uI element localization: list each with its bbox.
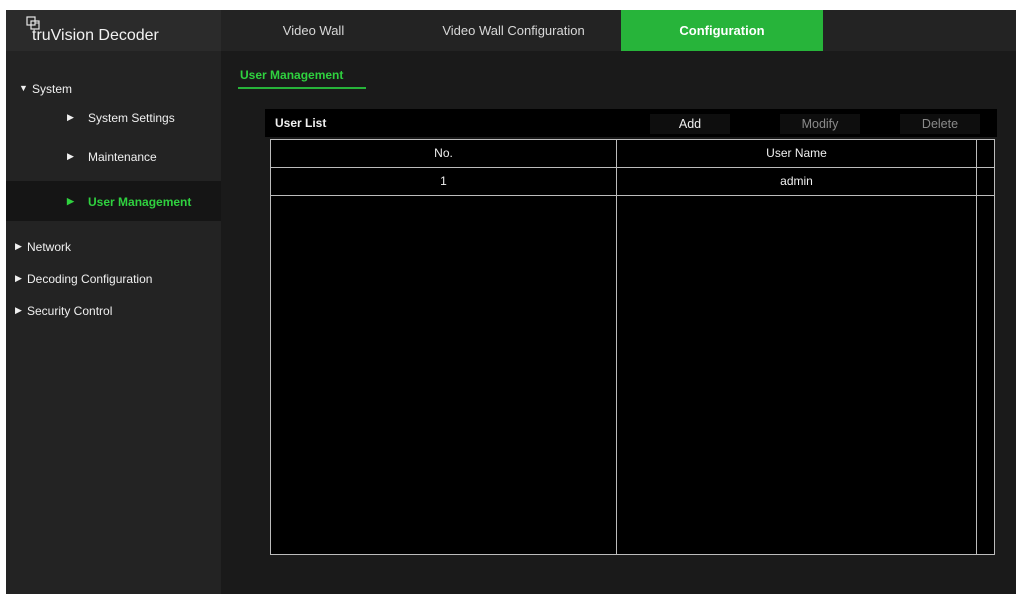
user-list-title: User List xyxy=(275,116,327,130)
sidebar-item-security-control[interactable]: ▶ Security Control xyxy=(6,293,221,325)
column-header-no[interactable]: No. xyxy=(271,140,616,167)
sidebar-item-label: System xyxy=(32,82,73,96)
tab-configuration[interactable]: Configuration xyxy=(621,10,823,51)
caret-right-icon: ▶ xyxy=(67,112,74,122)
subtab-user-management[interactable]: User Management xyxy=(240,68,343,82)
sidebar-item-label: Security Control xyxy=(27,304,113,318)
column-divider xyxy=(616,140,617,554)
sidebar-item-label: System Settings xyxy=(88,111,175,125)
app-title: truVision Decoder xyxy=(32,27,159,44)
caret-right-icon: ▶ xyxy=(67,196,74,206)
tab-video-wall[interactable]: Video Wall xyxy=(221,10,406,51)
add-button[interactable]: Add xyxy=(650,114,730,134)
caret-right-icon: ▶ xyxy=(15,305,22,315)
column-header-user-name[interactable]: User Name xyxy=(617,140,976,167)
sidebar-item-decoding-configuration[interactable]: ▶ Decoding Configuration xyxy=(6,261,221,293)
caret-right-icon: ▶ xyxy=(67,151,74,161)
sidebar-item-maintenance[interactable]: ▶ Maintenance xyxy=(6,146,221,178)
logo: truVision Decoder xyxy=(6,10,221,51)
sidebar-item-label: Decoding Configuration xyxy=(27,272,153,286)
user-list-toolbar: User List Add Modify Delete xyxy=(265,109,997,137)
main-content: User Management User List Add Modify Del… xyxy=(221,51,1016,594)
sidebar-item-label: Network xyxy=(27,240,72,254)
modify-button[interactable]: Modify xyxy=(780,114,860,134)
caret-right-icon: ▶ xyxy=(15,273,22,283)
subtab-underline xyxy=(238,87,366,89)
sidebar-item-label: User Management xyxy=(88,195,192,209)
top-navigation-bar: truVision Decoder Video Wall Video Wall … xyxy=(6,10,1016,51)
user-table: No. User Name 1 admin xyxy=(270,139,995,555)
sidebar: ▼ System ▶ System Settings ▶ Maintenance… xyxy=(6,51,221,594)
cell-no: 1 xyxy=(440,174,447,188)
column-divider xyxy=(976,140,977,554)
sidebar-item-user-management[interactable]: ▶ User Management xyxy=(6,181,221,221)
caret-down-icon: ▼ xyxy=(19,83,28,93)
sidebar-item-network[interactable]: ▶ Network xyxy=(6,229,221,261)
cell-user-name: admin xyxy=(780,174,813,188)
row-divider xyxy=(271,195,994,196)
delete-button[interactable]: Delete xyxy=(900,114,980,134)
tab-video-wall-configuration[interactable]: Video Wall Configuration xyxy=(406,10,621,51)
caret-right-icon: ▶ xyxy=(15,241,22,251)
sidebar-item-label: Maintenance xyxy=(88,150,157,164)
sidebar-item-system-settings[interactable]: ▶ System Settings xyxy=(6,107,221,139)
app-window: truVision Decoder Video Wall Video Wall … xyxy=(6,10,1016,594)
